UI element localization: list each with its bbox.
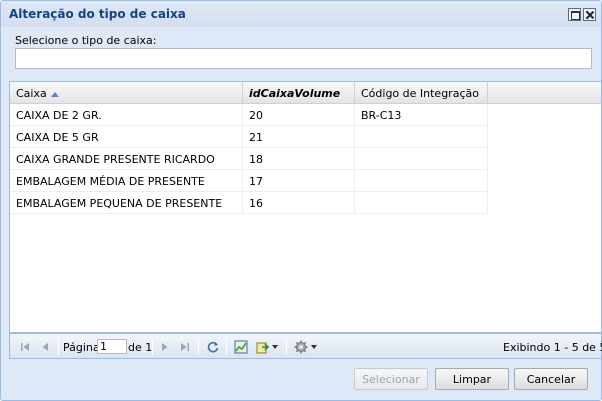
clear-button[interactable]: Limpar <box>435 368 509 390</box>
cell-caixa: CAIXA GRANDE PRESENTE RICARDO <box>10 148 243 170</box>
first-page-icon[interactable] <box>18 340 32 354</box>
cell-id: 21 <box>243 126 355 148</box>
column-header-codigo[interactable]: Código de Integração <box>355 82 488 104</box>
column-header-idcaixavolume[interactable]: idCaixaVolume <box>243 82 355 104</box>
toolbar-separator <box>198 339 199 355</box>
cell-codigo <box>355 126 488 148</box>
box-type-label: Selecione o tipo de caixa: <box>15 34 157 47</box>
toolbar-separator <box>58 339 59 355</box>
column-label: Caixa <box>16 87 47 100</box>
gear-icon[interactable] <box>294 340 308 354</box>
dialog-title: Alteração do tipo de caixa <box>9 7 186 21</box>
page-total-label: de 1 <box>128 341 153 354</box>
chevron-down-icon[interactable] <box>311 345 317 349</box>
cancel-button[interactable]: Cancelar <box>514 368 588 390</box>
dialog-window: Alteração do tipo de caixa Selecione o t… <box>0 0 602 401</box>
page-label: Página <box>63 341 100 354</box>
select-button[interactable]: Selecionar <box>354 368 428 390</box>
titlebar[interactable]: Alteração do tipo de caixa <box>1 1 601 27</box>
grid-header: Caixa idCaixaVolume Código de Integração <box>10 82 601 104</box>
next-page-icon[interactable] <box>158 340 172 354</box>
box-grid: Caixa idCaixaVolume Código de Integração… <box>9 81 601 333</box>
cell-id: 17 <box>243 170 355 192</box>
cell-id: 18 <box>243 148 355 170</box>
maximize-icon[interactable] <box>568 8 581 21</box>
box-type-input[interactable] <box>15 48 592 69</box>
refresh-icon[interactable] <box>206 340 220 354</box>
filter-form: Selecione o tipo de caixa: <box>9 28 601 74</box>
table-row[interactable]: CAIXA GRANDE PRESENTE RICARDO 18 <box>10 148 488 170</box>
toolbar-separator <box>226 339 227 355</box>
cell-caixa: CAIXA DE 5 GR <box>10 126 243 148</box>
sort-asc-icon <box>50 91 59 97</box>
cell-codigo <box>355 192 488 214</box>
toolbar-separator <box>286 339 287 355</box>
paging-toolbar: Página de 1 <box>9 333 602 359</box>
table-row[interactable]: CAIXA DE 2 GR. 20 BR-C13 <box>10 104 488 126</box>
cell-codigo <box>355 148 488 170</box>
table-row[interactable]: EMBALAGEM PEQUENA DE PRESENTE 16 <box>10 192 488 214</box>
toolbar-separator <box>152 339 153 355</box>
cell-id: 20 <box>243 104 355 126</box>
close-icon[interactable] <box>583 8 596 21</box>
cell-caixa: EMBALAGEM PEQUENA DE PRESENTE <box>10 192 243 214</box>
chevron-down-icon[interactable] <box>272 345 278 349</box>
table-row[interactable]: CAIXA DE 5 GR 21 <box>10 126 488 148</box>
prev-page-icon[interactable] <box>38 340 52 354</box>
table-row[interactable]: EMBALAGEM MÉDIA DE PRESENTE 17 <box>10 170 488 192</box>
cell-caixa: CAIXA DE 2 GR. <box>10 104 243 126</box>
cell-codigo <box>355 170 488 192</box>
export-icon[interactable] <box>256 340 270 354</box>
cell-id: 16 <box>243 192 355 214</box>
chart-icon[interactable] <box>234 340 248 354</box>
last-page-icon[interactable] <box>178 340 192 354</box>
column-header-caixa[interactable]: Caixa <box>10 82 243 104</box>
cell-codigo: BR-C13 <box>355 104 488 126</box>
display-message: Exibindo 1 - 5 de 5 <box>503 341 602 354</box>
page-number-input[interactable] <box>97 339 127 354</box>
cell-caixa: EMBALAGEM MÉDIA DE PRESENTE <box>10 170 243 192</box>
